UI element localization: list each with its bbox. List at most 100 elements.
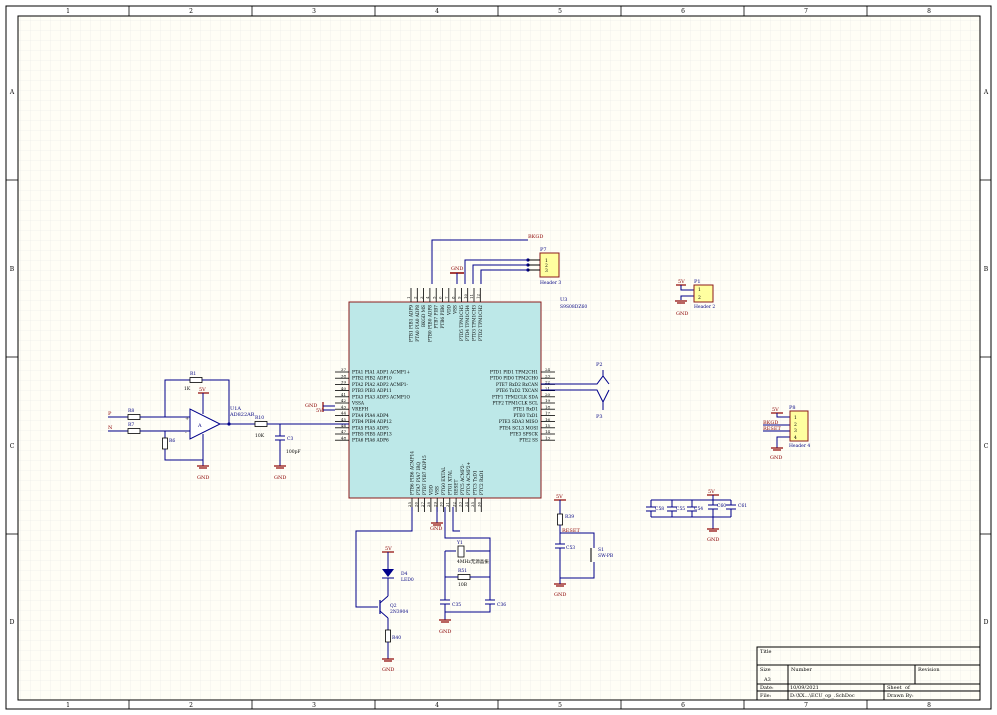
p7-label: P7 <box>540 247 547 253</box>
svg-text:2: 2 <box>794 422 797 428</box>
mcu-designator: U3 <box>560 297 567 303</box>
mcu-pin-name: VSSA <box>351 402 365 407</box>
mcu-pin-number: 41 <box>341 392 346 397</box>
mcu-pin-name: BKGD MS <box>422 305 427 327</box>
p1-header[interactable] <box>693 284 714 303</box>
mcu-pin-number: 47 <box>341 429 347 434</box>
svg-text:SW-PB: SW-PB <box>598 553 614 559</box>
row-label: C <box>984 443 989 450</box>
schematic-canvas: 1 2 3 4 5 6 7 8 1 2 3 4 5 6 7 8 A B C D … <box>0 0 997 715</box>
number-label: Number <box>791 667 812 673</box>
r10-resistor[interactable] <box>254 421 268 427</box>
row-label: A <box>9 89 15 96</box>
mcu-pin-name: PTE6 TxD2 TXCAN <box>496 389 538 394</box>
mcu-pin-name: PTE0 TxD1 <box>514 414 539 419</box>
svg-text:GND: GND <box>554 592 566 598</box>
bkgd-net-label: BKGD <box>528 234 543 240</box>
svg-text:GND: GND <box>707 537 719 543</box>
svg-text:LED0: LED0 <box>401 577 414 583</box>
mcu-pin-name: PTE3 SPSCK <box>510 433 539 438</box>
mcu-pin-name: PTA0 PIA0 ADP8 <box>416 305 421 342</box>
mcu-pin-name: PTC5 ACMP2- <box>461 463 466 495</box>
mcu-pin-number: 32 <box>451 502 456 508</box>
mcu-pin-name: PTE2 SS <box>519 439 538 444</box>
mcu-pin-name: VDD <box>447 304 452 316</box>
svg-text:5V: 5V <box>708 489 715 495</box>
mcu-pin-number: 14 <box>545 429 551 434</box>
r40-resistor[interactable] <box>385 629 391 643</box>
p7-part: Header 3 <box>540 280 561 286</box>
col-label: 3 <box>312 8 316 15</box>
mcu-pin-number: 29 <box>432 502 437 508</box>
size-value: A3 <box>763 677 771 683</box>
svg-text:Y1: Y1 <box>456 540 463 546</box>
u1a-part: AD822AR <box>229 412 255 418</box>
mcu-pin-name: VSS <box>454 305 459 315</box>
col-label: 4 <box>435 702 439 709</box>
col-label: 6 <box>681 702 685 709</box>
mcu-pin-name: VREFH <box>351 408 368 413</box>
mcu-pin-name: PTG0 EXTAL <box>442 467 447 495</box>
col-label: 2 <box>189 8 193 15</box>
p1-5v-label: 5V <box>678 279 685 285</box>
mcu-pin-number: 1 <box>406 296 411 299</box>
svg-text:1: 1 <box>698 287 701 293</box>
mcu-pin-number: 43 <box>341 404 347 409</box>
svg-text:GND: GND <box>382 667 394 673</box>
svg-text:10K: 10K <box>255 433 265 439</box>
r8-resistor[interactable] <box>127 414 141 420</box>
mcu-pin-name: PTE4 SCL3 MOSI <box>499 426 538 431</box>
r1-resistor[interactable] <box>189 377 203 383</box>
svg-text:5V: 5V <box>199 387 206 393</box>
mcu-pin-name: PTD3 TPM1CH3 <box>473 305 478 341</box>
p8-header[interactable] <box>789 410 809 442</box>
mcu-pin-name: PTD2 TPM1CH2 <box>479 305 484 341</box>
mcu-pin-number: 33 <box>458 502 463 508</box>
mcu-pin-number: 9 <box>457 296 462 299</box>
mcu-pin-number: 5 <box>431 296 436 299</box>
svg-text:D4: D4 <box>401 571 408 577</box>
p1-label: P1 <box>694 279 701 285</box>
svg-text:4: 4 <box>794 435 797 441</box>
mcu-pin-number: 42 <box>341 398 347 403</box>
mcu-pin-name: PTA7 PIA7 IRQ <box>417 462 422 495</box>
svg-text:GND: GND <box>197 475 209 481</box>
revision-label: Revision <box>918 667 940 673</box>
y1-crystal[interactable] <box>457 545 465 558</box>
mcu-pin-name: RESET <box>455 480 460 495</box>
col-label: 3 <box>312 702 316 709</box>
mcu-pin-name: PTD0 PID0 TPM2CH0 <box>490 377 538 382</box>
col-label: 1 <box>66 702 70 709</box>
p1-part: Header 2 <box>694 304 715 310</box>
svg-text:GND: GND <box>274 475 286 481</box>
row-label: D <box>10 619 15 626</box>
svg-text:1K: 1K <box>184 386 191 392</box>
mcu-pin-number: 25 <box>407 502 412 508</box>
mcu-pin-number: 40 <box>341 386 347 391</box>
svg-text:C55: C55 <box>676 506 685 512</box>
r7-resistor[interactable] <box>127 428 141 434</box>
svg-text:5V: 5V <box>385 546 392 552</box>
col-label: 4 <box>435 8 439 15</box>
mcu-pin-number: 18 <box>545 404 551 409</box>
gnd-label: GND <box>451 266 463 272</box>
mcu-pin-number: 17 <box>545 411 551 416</box>
svg-text:S1: S1 <box>598 547 604 553</box>
col-label: 8 <box>927 702 931 709</box>
mcu-pin-name: PTB2 PIB2 ADP10 <box>352 377 392 382</box>
col-label: 5 <box>558 8 562 15</box>
r6-resistor[interactable] <box>162 437 168 450</box>
mcu-pin-name: PTG1 XTAL <box>448 470 453 495</box>
col-label: 8 <box>927 8 931 15</box>
r51-resistor[interactable] <box>457 574 471 580</box>
mcu-pin-number: 28 <box>426 502 431 508</box>
mcu-pin-name: PTB6 PIB6 ACMP14 <box>411 451 416 495</box>
col-label: 2 <box>189 702 193 709</box>
p7-header[interactable] <box>539 252 560 278</box>
svg-text:R8: R8 <box>128 408 134 414</box>
mcu-pin-number: 38 <box>341 373 347 378</box>
svg-text:R40: R40 <box>392 635 401 641</box>
col-label: 5 <box>558 702 562 709</box>
svg-text:C58: C58 <box>655 506 664 512</box>
r39-resistor[interactable] <box>557 513 563 526</box>
